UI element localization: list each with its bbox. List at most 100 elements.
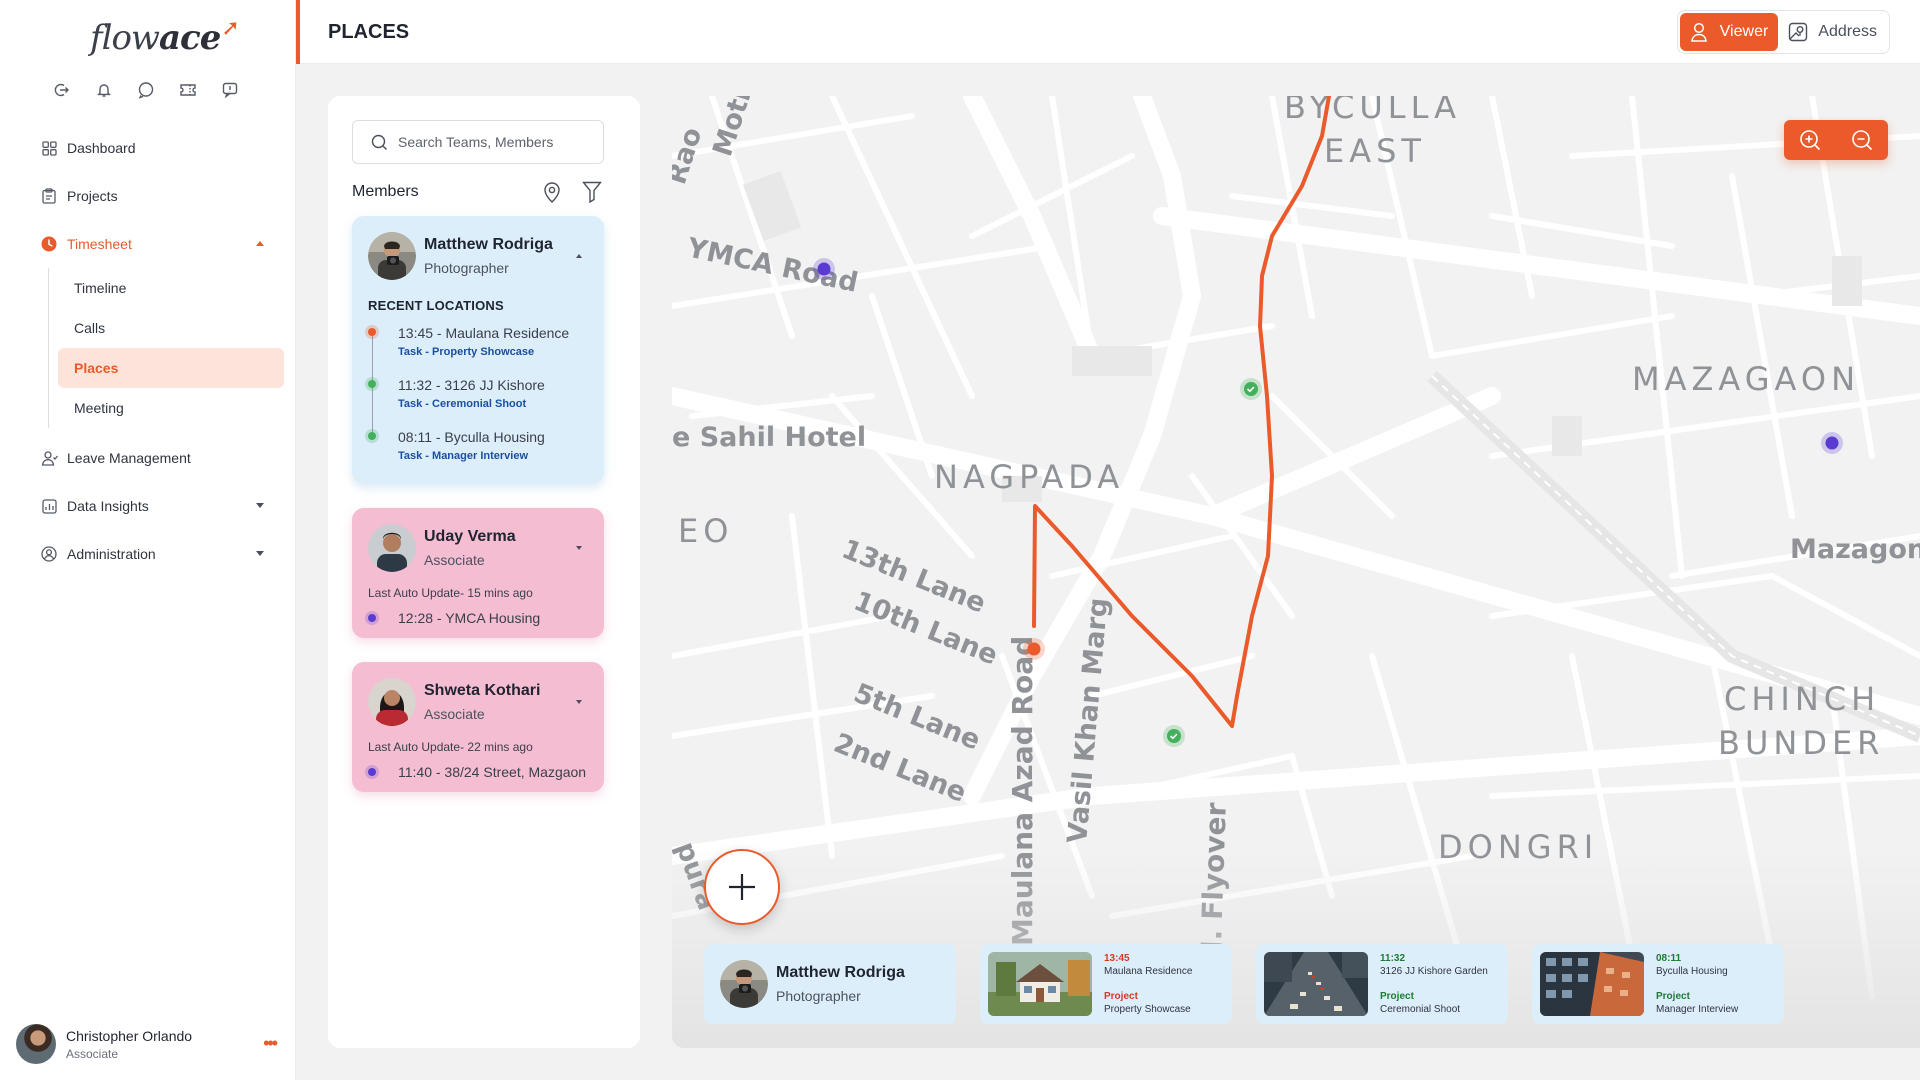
nav-leave-management[interactable]: Leave Management bbox=[32, 434, 284, 482]
zoom-in-icon[interactable] bbox=[1796, 126, 1824, 154]
member-card-header[interactable]: Matthew Rodriga Photographer bbox=[368, 232, 588, 280]
selected-member-card[interactable]: Matthew Rodriga Photographer bbox=[704, 944, 956, 1024]
chevron-down-icon[interactable] bbox=[576, 700, 582, 704]
top-header: PLACES Viewer Address bbox=[296, 0, 1920, 64]
list-item[interactable]: 08:11 - Byculla Housing Task - Manager I… bbox=[368, 429, 588, 481]
nav-projects[interactable]: Projects bbox=[32, 172, 284, 220]
viewer-button[interactable]: Viewer bbox=[1679, 13, 1779, 51]
list-item[interactable]: 12:28 - YMCA Housing bbox=[368, 610, 588, 626]
member-name: Matthew Rodriga bbox=[776, 964, 905, 981]
map-canvas[interactable]: BYCULLA EAST MAZAGAON Mazagon F NAGPADA … bbox=[672, 96, 1920, 1048]
main-nav: Dashboard Projects Timesheet Timeline Ca… bbox=[32, 124, 284, 578]
member-name: Uday Verma bbox=[424, 528, 516, 545]
list-item[interactable]: 11:40 - 38/24 Street, Mazgaon bbox=[368, 764, 588, 780]
chevron-down-icon[interactable] bbox=[576, 546, 582, 550]
visit-place: Byculla Housing bbox=[1656, 966, 1728, 977]
map-label: Maulana Azad Road bbox=[1006, 636, 1039, 946]
map-label: e Sahil Hotel bbox=[672, 422, 866, 453]
avatar bbox=[720, 960, 768, 1008]
list-item[interactable]: 13:45 - Maulana Residence Task - Propert… bbox=[368, 325, 588, 377]
quick-actions bbox=[52, 80, 240, 100]
address-label: Address bbox=[1818, 23, 1877, 40]
chevron-down-icon bbox=[256, 503, 264, 508]
bell-icon[interactable] bbox=[94, 80, 114, 100]
filter-icon[interactable] bbox=[580, 180, 604, 204]
nav-timesheet[interactable]: Timesheet bbox=[32, 220, 284, 268]
visit-card[interactable]: 13:45 Maulana Residence Project Property… bbox=[980, 944, 1232, 1024]
nav-label: Data Insights bbox=[67, 498, 149, 514]
location-dot bbox=[368, 380, 376, 388]
nav-administration[interactable]: Administration bbox=[32, 530, 284, 578]
current-user[interactable]: Christopher Orlando Associate ••• bbox=[16, 1022, 280, 1066]
flowace-logo[interactable]: flowace➚ bbox=[90, 16, 240, 58]
subnav-meeting[interactable]: Meeting bbox=[58, 388, 284, 428]
member-role: Photographer bbox=[776, 988, 861, 1004]
user-icon bbox=[1690, 22, 1710, 42]
ticket-icon[interactable] bbox=[178, 80, 198, 100]
location-dot bbox=[368, 328, 376, 336]
recent-locations-title: RECENT LOCATIONS bbox=[368, 298, 504, 313]
search-box bbox=[352, 120, 604, 164]
feedback-icon[interactable] bbox=[220, 80, 240, 100]
location-text: 12:28 - YMCA Housing bbox=[398, 610, 541, 626]
marker-check[interactable] bbox=[1240, 378, 1262, 400]
visit-strip: Matthew Rodriga Photographer 13:45 Maula… bbox=[704, 944, 1784, 1024]
member-name: Shweta Kothari bbox=[424, 682, 541, 699]
member-role: Associate bbox=[424, 706, 485, 722]
header-accent-bar bbox=[296, 0, 300, 64]
marker-check[interactable] bbox=[1163, 725, 1185, 747]
map-view[interactable]: BYCULLA EAST MAZAGAON Mazagon F NAGPADA … bbox=[672, 96, 1920, 1048]
visit-time: 08:11 bbox=[1656, 953, 1682, 964]
chevron-down-icon bbox=[256, 551, 264, 556]
location-target-icon[interactable] bbox=[540, 180, 564, 204]
subnav-places[interactable]: Places bbox=[58, 348, 284, 388]
nav-label: Dashboard bbox=[67, 140, 136, 156]
member-card-header[interactable]: Uday Verma Associate bbox=[368, 524, 588, 572]
map-label: MAZAGAON bbox=[1632, 360, 1860, 398]
zoom-out-icon[interactable] bbox=[1848, 126, 1876, 154]
plus-icon bbox=[729, 874, 755, 900]
visit-card[interactable]: 11:32 3126 JJ Kishore Garden Project Cer… bbox=[1256, 944, 1508, 1024]
people-icon bbox=[40, 449, 58, 467]
nav-dashboard[interactable]: Dashboard bbox=[32, 124, 284, 172]
map-label: Mazagon F bbox=[1790, 534, 1920, 565]
subnav-timeline[interactable]: Timeline bbox=[58, 268, 284, 308]
add-place-button[interactable] bbox=[704, 849, 780, 925]
nav-label: Projects bbox=[67, 188, 118, 204]
visit-place: Maulana Residence bbox=[1104, 966, 1193, 977]
member-card-header[interactable]: Shweta Kothari Associate bbox=[368, 678, 588, 726]
list-item[interactable]: 11:32 - 3126 JJ Kishore Task - Ceremonia… bbox=[368, 377, 588, 429]
members-header: Members bbox=[352, 180, 604, 204]
visit-project-label: Project bbox=[1656, 991, 1690, 1002]
last-auto-update: Last Auto Update- 22 mins ago bbox=[368, 740, 533, 754]
marker-purple[interactable] bbox=[813, 258, 835, 280]
location-task: Task - Manager Interview bbox=[398, 450, 529, 462]
visit-project-name: Property Showcase bbox=[1104, 1004, 1191, 1015]
location-task: Task - Property Showcase bbox=[398, 346, 535, 358]
nav-data-insights[interactable]: Data Insights bbox=[32, 482, 284, 530]
marker-purple[interactable] bbox=[1821, 432, 1843, 454]
nav-label: Administration bbox=[67, 546, 156, 562]
avatar bbox=[368, 678, 416, 726]
chevron-up-icon bbox=[256, 241, 264, 246]
logout-icon[interactable] bbox=[52, 80, 72, 100]
visit-project-name: Ceremonial Shoot bbox=[1380, 1004, 1461, 1015]
member-card-uday: Uday Verma Associate Last Auto Update- 1… bbox=[352, 508, 604, 638]
visit-time: 13:45 bbox=[1104, 953, 1130, 964]
viewer-label: Viewer bbox=[1719, 23, 1769, 40]
search-input[interactable] bbox=[398, 134, 598, 150]
marker-start[interactable] bbox=[1023, 638, 1045, 660]
more-options-icon[interactable]: ••• bbox=[263, 1034, 278, 1052]
house-photo bbox=[988, 952, 1092, 1016]
address-button[interactable]: Address bbox=[1778, 13, 1887, 51]
member-card-shweta: Shweta Kothari Associate Last Auto Updat… bbox=[352, 662, 604, 792]
view-toggle: Viewer Address bbox=[1676, 10, 1890, 54]
chevron-up-icon[interactable] bbox=[576, 254, 582, 258]
visit-time: 11:32 bbox=[1380, 953, 1406, 964]
visit-card[interactable]: 08:11 Byculla Housing Project Manager In… bbox=[1532, 944, 1784, 1024]
recent-locations-list: 13:45 - Maulana Residence Task - Propert… bbox=[368, 325, 588, 481]
chat-icon[interactable] bbox=[136, 80, 156, 100]
location-text: 08:11 - Byculla Housing bbox=[398, 429, 545, 445]
subnav-calls[interactable]: Calls bbox=[58, 308, 284, 348]
user-name: Christopher Orlando bbox=[66, 1027, 193, 1044]
